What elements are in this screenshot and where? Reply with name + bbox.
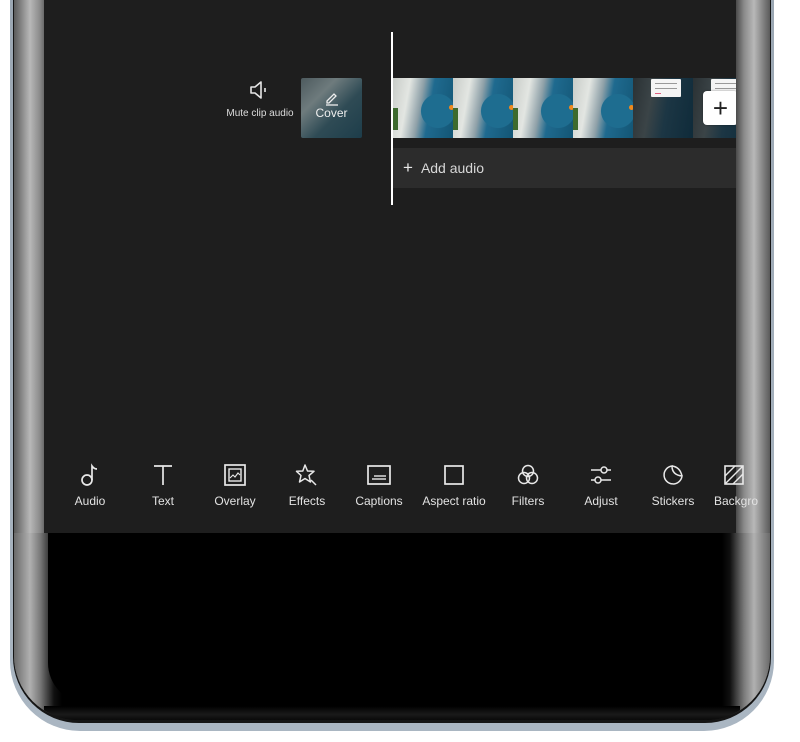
- tool-label: Stickers: [651, 494, 695, 508]
- clip-frame-thumbnail: [573, 78, 633, 138]
- tool-label: Effects: [288, 494, 326, 508]
- tool-stickers[interactable]: Stickers: [635, 463, 711, 508]
- cover-button[interactable]: Cover: [301, 78, 362, 138]
- captions-icon: [367, 465, 391, 485]
- editor-screen: Mute clip audio Cover + + Add audio: [44, 0, 736, 533]
- tool-adjust[interactable]: Adjust: [563, 463, 639, 508]
- bottom-black-area: [48, 533, 708, 703]
- sticker-icon: [663, 465, 683, 485]
- speaker-icon: [250, 81, 266, 99]
- cover-label: Cover: [315, 106, 348, 120]
- tool-effects[interactable]: Effects: [269, 463, 345, 508]
- tool-label: Captions: [355, 494, 403, 508]
- tool-label: Text: [151, 494, 174, 508]
- timeline-playhead[interactable]: [391, 32, 393, 205]
- clip-frame-thumbnail: [453, 78, 513, 138]
- filters-icon: [517, 464, 539, 485]
- music-note-icon: [81, 463, 98, 486]
- tool-label: Overlay: [214, 494, 256, 508]
- tool-label: Filters: [511, 494, 545, 508]
- star-wand-icon: [295, 464, 317, 486]
- clip-frame-thumbnail: [393, 78, 453, 138]
- text-icon: [154, 465, 172, 485]
- tool-label: Audio: [74, 494, 106, 508]
- sliders-icon: [591, 466, 611, 484]
- tool-label: Backgro: [714, 494, 759, 508]
- mute-clip-audio-button[interactable]: Mute clip audio: [220, 80, 300, 119]
- tool-aspect-ratio[interactable]: Aspect ratio: [416, 463, 492, 508]
- tool-background[interactable]: Backgro: [706, 463, 762, 508]
- square-icon: [444, 465, 464, 485]
- tool-label: Aspect ratio: [422, 494, 486, 508]
- tool-text[interactable]: Text: [125, 463, 201, 508]
- tool-audio[interactable]: Audio: [52, 463, 128, 508]
- video-clip-filmstrip[interactable]: [393, 78, 736, 138]
- overlay-icon: [224, 464, 246, 486]
- mute-clip-audio-label: Mute clip audio: [226, 108, 294, 119]
- tool-overlay[interactable]: Overlay: [197, 463, 273, 508]
- pencil-icon: [325, 93, 338, 106]
- add-audio-label: Add audio: [420, 160, 484, 176]
- clip-frame-thumbnail: [633, 78, 693, 138]
- thumbnail-overlay-panel: [651, 79, 681, 97]
- add-audio-track[interactable]: + Add audio: [393, 148, 736, 188]
- add-clip-button[interactable]: +: [703, 91, 736, 125]
- tool-label: Adjust: [584, 494, 618, 508]
- clip-frame-thumbnail: [513, 78, 573, 138]
- plus-icon: +: [403, 158, 413, 177]
- editor-toolbar: Audio Text Overlay Effects Captions Aspe…: [0, 463, 760, 523]
- background-icon: [724, 465, 744, 485]
- tool-captions[interactable]: Captions: [341, 463, 417, 508]
- plus-icon: +: [712, 93, 729, 123]
- tool-filters[interactable]: Filters: [490, 463, 566, 508]
